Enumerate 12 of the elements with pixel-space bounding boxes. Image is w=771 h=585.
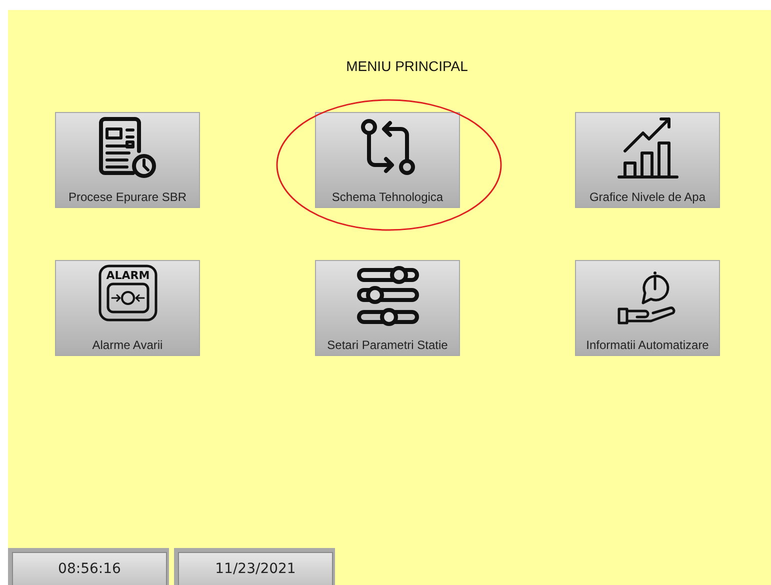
time-display: 08:56:16	[12, 552, 167, 585]
menu-button[interactable]: ALARM Alarme Avarii	[55, 260, 200, 356]
menu-button[interactable]: Setari Parametri Statie	[315, 260, 460, 356]
screen-title: MENIU PRINCIPAL	[346, 58, 468, 74]
menu-button[interactable]: Grafice Nivele de Apa	[575, 112, 720, 208]
date-display: 11/23/2021	[178, 552, 333, 585]
menu-button[interactable]: Procese Epurare SBR	[55, 112, 200, 208]
alarm-button-icon: ALARM	[96, 263, 158, 323]
bar-chart-icon	[614, 115, 680, 181]
menu-button[interactable]: Informatii Automatizare	[575, 260, 720, 356]
sliders-icon	[354, 263, 420, 329]
menu-button[interactable]: Schema Tehnologica	[315, 112, 460, 208]
